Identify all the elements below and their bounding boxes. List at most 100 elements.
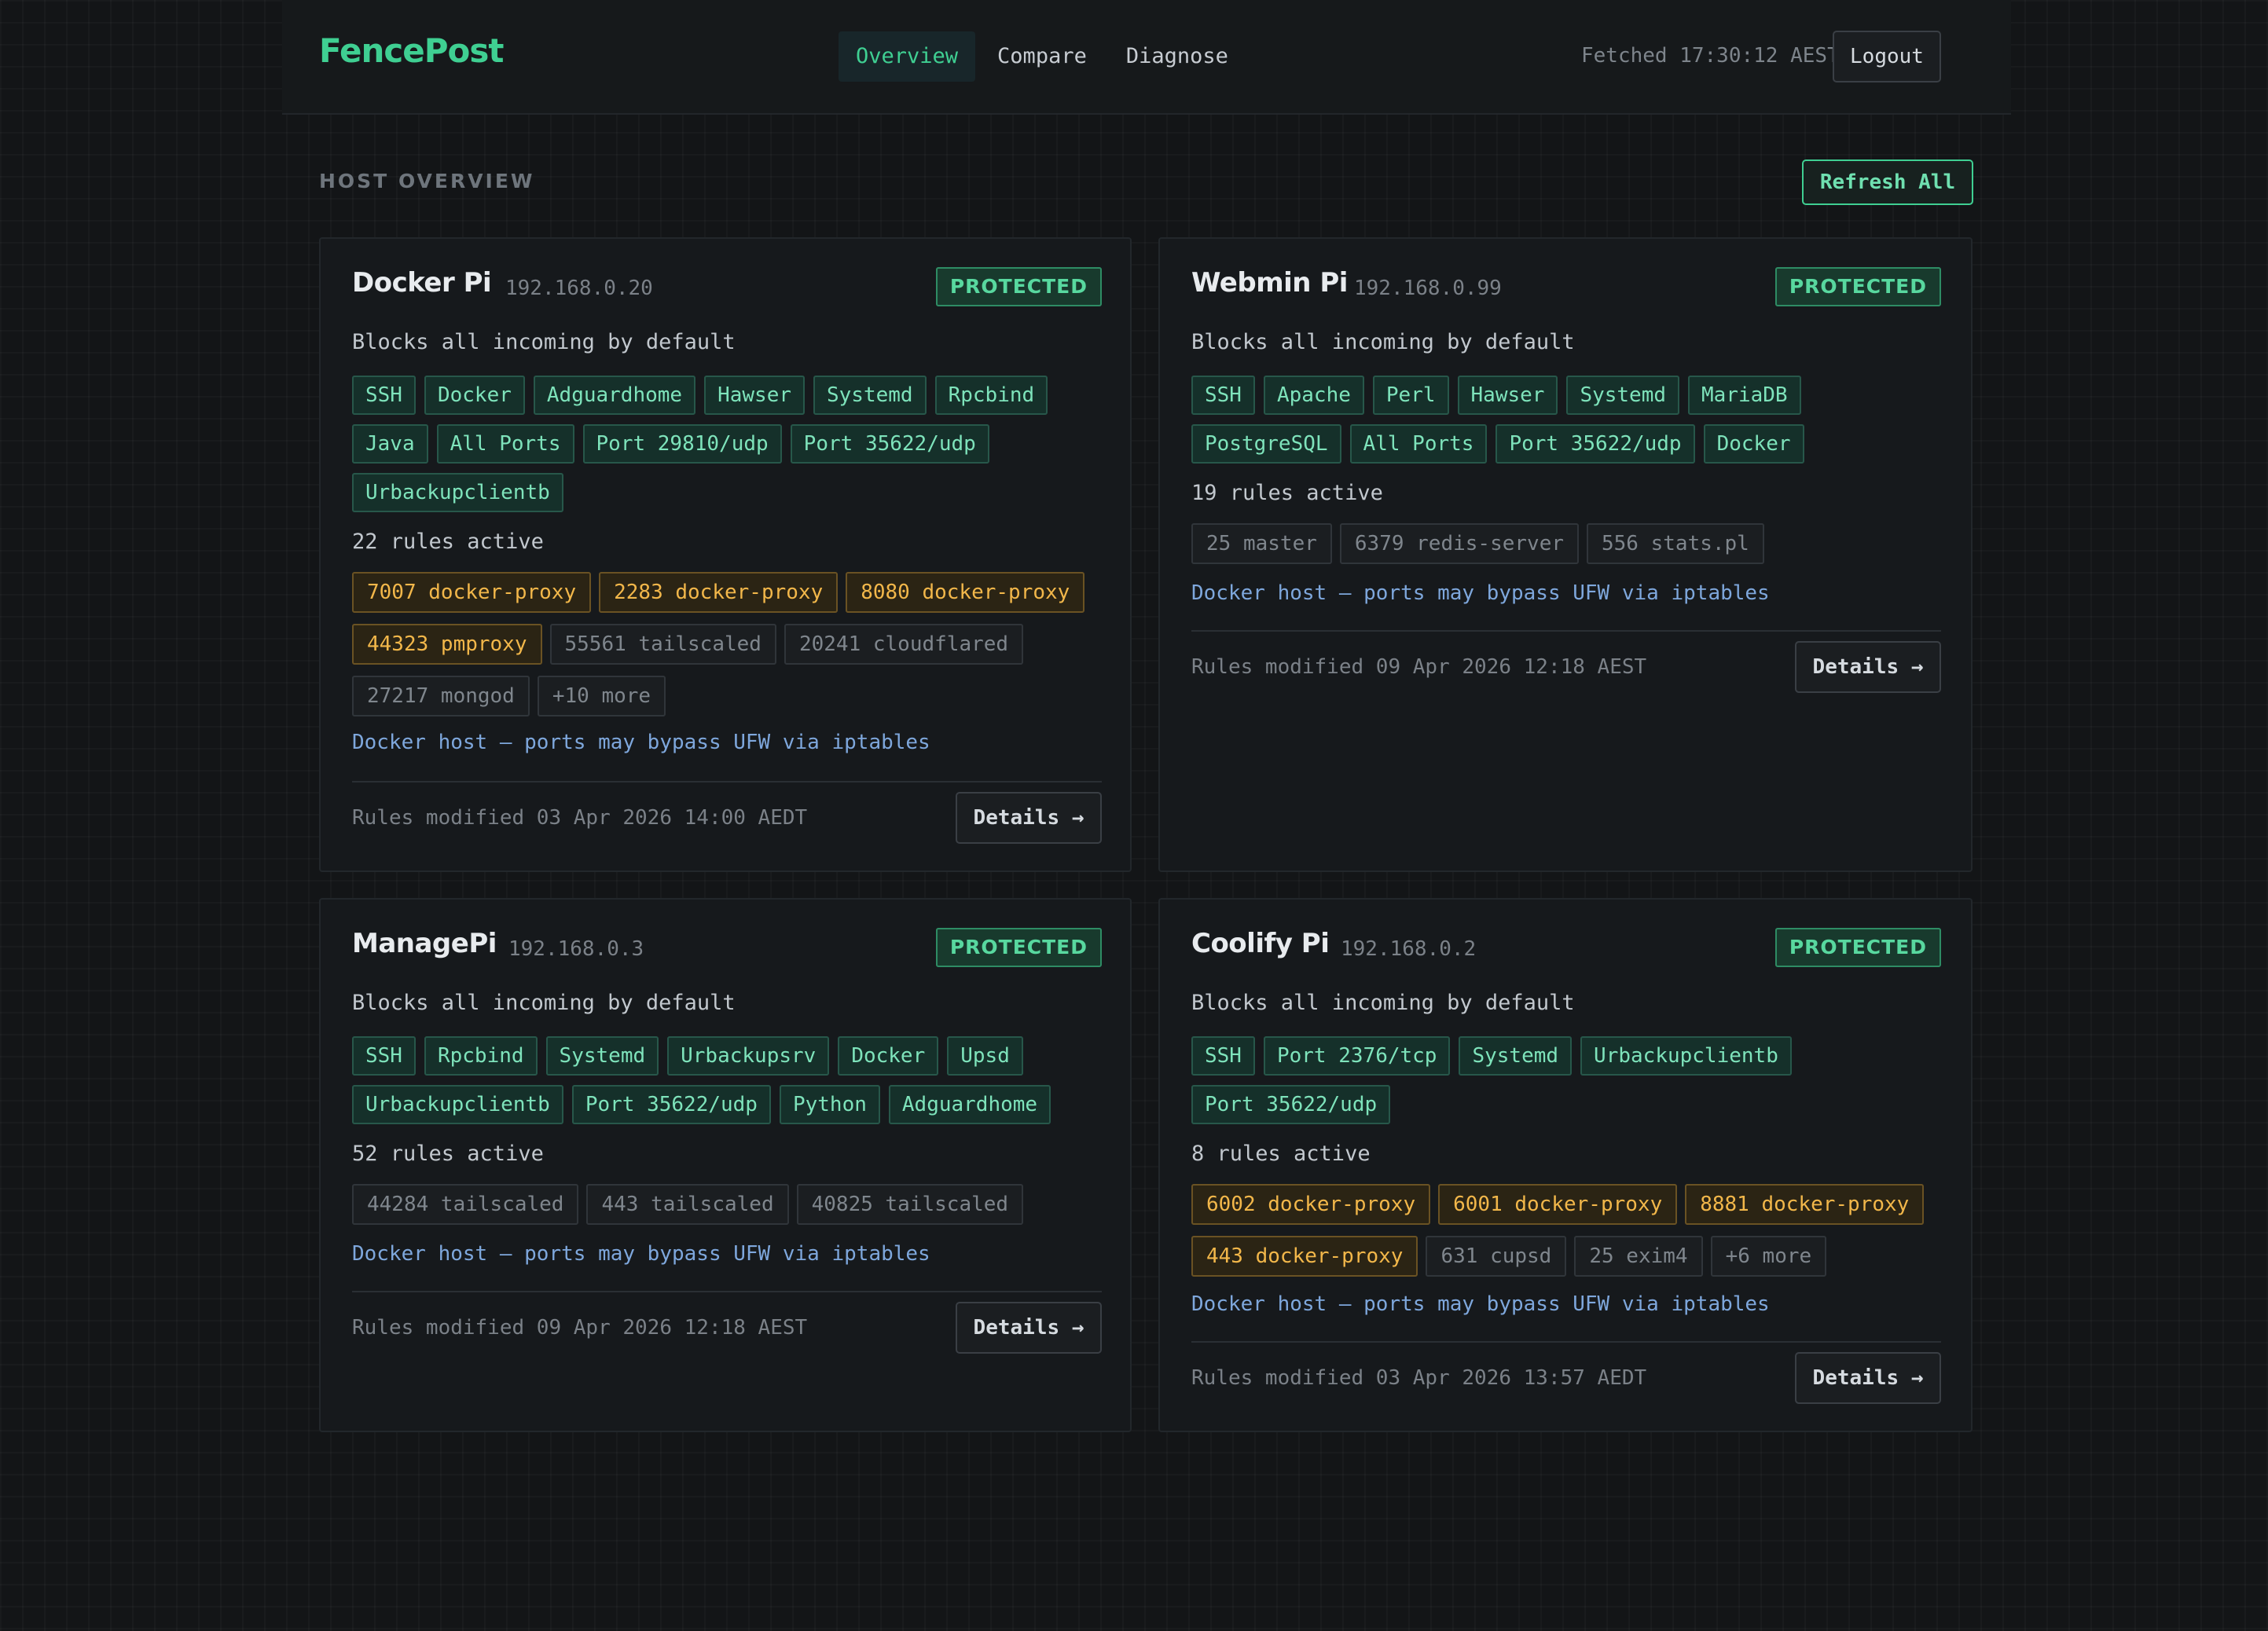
app-root: FencePost Overview Compare Diagnose Fetc… (282, 0, 2011, 1631)
status-badge: PROTECTED (1774, 267, 1941, 306)
host-card-coolify-pi: Coolify Pi 192.168.0.2 PROTECTED Blocks … (1158, 898, 1973, 1432)
rules-count: 22 rules active (352, 530, 544, 554)
port-chip: 2283 docker-proxy (599, 572, 839, 613)
app-logo[interactable]: FencePost (319, 31, 504, 70)
service-tags: SSH Apache Perl Hawser Systemd MariaDB Postgre… (1191, 376, 1941, 464)
port-chip: 6001 docker-proxy (1438, 1184, 1678, 1225)
rules-modified: Rules modified 03 Apr 2026 14:00 AEDT (352, 806, 808, 830)
port-chip: 7007 docker-proxy (352, 572, 592, 613)
port-chip: 40825 tailscaled (796, 1184, 1024, 1225)
service-tags: SSH Docker Adguardhome Hawser Systemd Rpcbind… (352, 376, 1102, 512)
default-policy: Blocks all incoming by default (1191, 991, 1575, 1015)
host-card-managepi: ManagePi 192.168.0.3 PROTECTED Blocks al… (319, 898, 1132, 1432)
service-tags: SSH Port 2376/tcp Systemd Urbackupclientb Po… (1191, 1036, 1941, 1124)
logout-button[interactable]: Logout (1833, 31, 1941, 82)
details-button[interactable]: Details → (1795, 1352, 1941, 1404)
service-tag: Docker (1703, 424, 1804, 464)
nav-compare[interactable]: Compare (980, 31, 1104, 82)
host-name: Coolify Pi (1191, 928, 1330, 959)
details-button[interactable]: Details → (1795, 641, 1941, 693)
service-tag: Perl (1372, 376, 1449, 415)
service-tag: Urbackupclientb (352, 1085, 563, 1124)
port-chip: 556 stats.pl (1587, 523, 1764, 564)
service-tag: SSH (352, 376, 416, 415)
rules-count: 52 rules active (352, 1142, 544, 1166)
service-tag: Systemd (813, 376, 927, 415)
port-chips: 6002 docker-proxy 6001 docker-proxy 8881 d… (1191, 1184, 1941, 1277)
service-tag: Port 35622/udp (571, 1085, 771, 1124)
details-button[interactable]: Details → (956, 792, 1102, 844)
service-tag: Urbackupsrv (667, 1036, 830, 1076)
port-chip: 20241 cloudflared (784, 624, 1024, 665)
service-tag: SSH (1191, 1036, 1255, 1076)
docker-warning: Docker host — ports may bypass UFW via i… (352, 1242, 930, 1266)
host-card-webmin-pi: Webmin Pi 192.168.0.99 PROTECTED Blocks … (1158, 237, 1973, 872)
section-title: HOST OVERVIEW (319, 170, 535, 192)
fetched-timestamp: Fetched 17:30:12 AEST (1581, 44, 1840, 68)
default-policy: Blocks all incoming by default (352, 330, 736, 354)
port-chip: 6002 docker-proxy (1191, 1184, 1431, 1225)
service-tags: SSH Rpcbind Systemd Urbackupsrv Docker Upsd Ur… (352, 1036, 1102, 1124)
service-tag: Hawser (1457, 376, 1558, 415)
host-name: Docker Pi (352, 267, 492, 299)
rules-modified: Rules modified 09 Apr 2026 12:18 AEST (1191, 655, 1647, 679)
default-policy: Blocks all incoming by default (1191, 330, 1575, 354)
service-tag: All Ports (1349, 424, 1488, 464)
port-chip: 25 exim4 (1574, 1236, 1703, 1277)
service-tag: Java (352, 424, 428, 464)
service-tag: SSH (1191, 376, 1255, 415)
rules-count: 8 rules active (1191, 1142, 1371, 1166)
host-ip: 192.168.0.2 (1341, 937, 1477, 961)
port-chip: 44323 pmproxy (352, 624, 542, 665)
rules-count: 19 rules active (1191, 481, 1383, 505)
port-chip: 25 master (1191, 523, 1332, 564)
service-tag: Systemd (1566, 376, 1680, 415)
service-tag: PostgreSQL (1191, 424, 1341, 464)
rules-modified: Rules modified 09 Apr 2026 12:18 AEST (352, 1316, 808, 1340)
nav-overview[interactable]: Overview (839, 31, 976, 82)
port-chip: 443 docker-proxy (1191, 1236, 1418, 1277)
service-tag: Port 35622/udp (1191, 1085, 1391, 1124)
host-ip: 192.168.0.99 (1354, 277, 1502, 300)
details-button[interactable]: Details → (956, 1302, 1102, 1354)
port-chips: 25 master 6379 redis-server 556 stats.pl (1191, 523, 1941, 564)
rules-modified: Rules modified 03 Apr 2026 13:57 AEDT (1191, 1366, 1647, 1390)
host-name: ManagePi (352, 928, 497, 959)
port-chips: 44284 tailscaled 443 tailscaled 40825 tail… (352, 1184, 1102, 1225)
service-tag: SSH (352, 1036, 416, 1076)
service-tag: Systemd (545, 1036, 659, 1076)
service-tag: MariaDB (1688, 376, 1801, 415)
port-chip: 55561 tailscaled (549, 624, 776, 665)
service-tag: Port 29810/udp (582, 424, 782, 464)
service-tag: All Ports (436, 424, 574, 464)
port-chip: 8881 docker-proxy (1685, 1184, 1925, 1225)
service-tag: Docker (424, 376, 525, 415)
nav-diagnose[interactable]: Diagnose (1109, 31, 1246, 82)
host-ip: 192.168.0.3 (508, 937, 644, 961)
port-chip: 443 tailscaled (586, 1184, 789, 1225)
docker-warning: Docker host — ports may bypass UFW via i… (1191, 1292, 1770, 1316)
service-tag: Port 35622/udp (790, 424, 989, 464)
service-tag: Port 2376/tcp (1263, 1036, 1451, 1076)
service-tag: Apache (1263, 376, 1364, 415)
service-tag: Hawser (704, 376, 805, 415)
port-chip: 631 cupsd (1426, 1236, 1567, 1277)
service-tag: Upsd (947, 1036, 1023, 1076)
port-chip: 44284 tailscaled (352, 1184, 579, 1225)
port-chips: 7007 docker-proxy 2283 docker-proxy 8080 d… (352, 572, 1102, 717)
status-badge: PROTECTED (935, 928, 1102, 967)
more-ports-chip[interactable]: +6 more (1710, 1236, 1827, 1277)
service-tag: Adguardhome (533, 376, 696, 415)
service-tag: Python (779, 1085, 880, 1124)
service-tag: Port 35622/udp (1495, 424, 1695, 464)
service-tag: Rpcbind (424, 1036, 538, 1076)
status-badge: PROTECTED (1774, 928, 1941, 967)
port-chip: 8080 docker-proxy (846, 572, 1085, 613)
main-nav: Overview Compare Diagnose (839, 31, 1246, 82)
service-tag: Urbackupclientb (1580, 1036, 1792, 1076)
more-ports-chip[interactable]: +10 more (537, 676, 666, 717)
service-tag: Systemd (1459, 1036, 1573, 1076)
docker-warning: Docker host — ports may bypass UFW via i… (352, 731, 930, 754)
refresh-all-button[interactable]: Refresh All (1802, 159, 1973, 205)
host-name: Webmin Pi (1191, 267, 1348, 299)
